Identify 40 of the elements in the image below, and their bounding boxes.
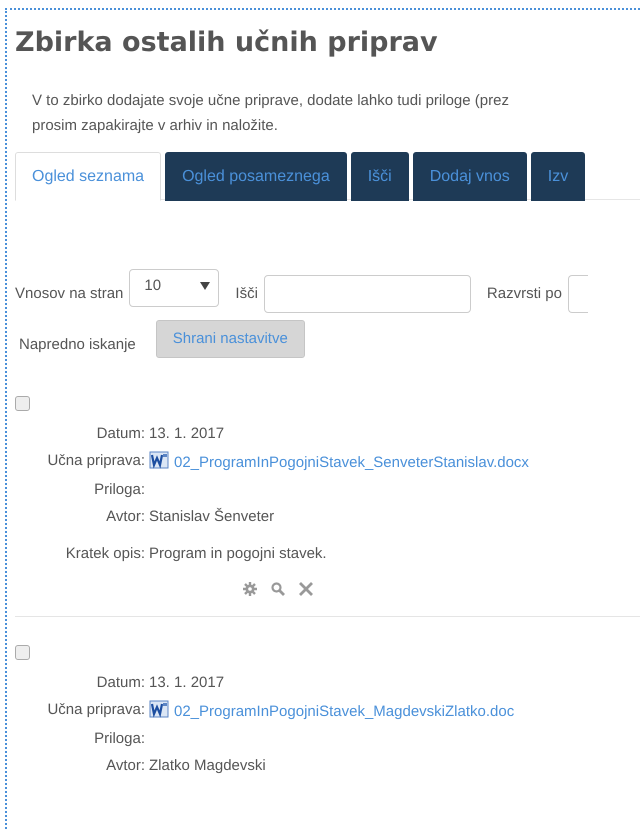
tab[interactable]: Išči xyxy=(350,152,409,201)
tab[interactable]: Ogled seznama xyxy=(15,152,162,201)
field-value: Program in pogojni stavek. xyxy=(149,545,327,562)
save-settings-button[interactable]: Shrani nastavitve xyxy=(156,320,305,358)
field-label: Učna priprava: xyxy=(46,451,145,472)
sort-select[interactable] xyxy=(568,274,588,313)
search-icon[interactable] xyxy=(270,582,284,596)
field-label: Datum: xyxy=(96,424,145,444)
field-label: Avtor: xyxy=(105,507,145,528)
page-title: Zbirka ostalih učnih priprav xyxy=(15,27,439,60)
field-value: Stanislav Šenveter xyxy=(149,508,274,526)
file-link[interactable]: 02_ProgramInPogojniStavek_SenveterStanislav.docx xyxy=(174,454,529,472)
per-page-select[interactable]: 10 xyxy=(129,268,220,307)
field-value: 13. 1. 2017 xyxy=(149,425,224,442)
field-label: Vnosov na stran xyxy=(15,284,124,304)
file-link[interactable]: 02_ProgramInPogojniStavek_MagdevskiZlatko.doc xyxy=(174,703,514,720)
field-label: Razvrsti po xyxy=(486,284,562,304)
field-value: 13. 1. 2017 xyxy=(149,674,224,692)
field-label: Učna priprava: xyxy=(46,700,145,720)
word-document-icon xyxy=(149,450,169,470)
field-label: Išči xyxy=(235,284,258,304)
field-label: Kratek opis: xyxy=(64,544,145,564)
checkbox[interactable] xyxy=(15,645,30,660)
field-label: Priloga: xyxy=(93,480,145,500)
field-value: Zlatko Magdevski xyxy=(149,757,266,774)
advanced-search-label: Napredno iskanje xyxy=(19,334,136,355)
tab[interactable]: Izv xyxy=(530,152,586,201)
description-text: prosim zapakirajte v arhiv in naložite. xyxy=(32,116,279,136)
close-icon[interactable] xyxy=(298,582,312,596)
caret-icon xyxy=(200,282,210,290)
field-label: Avtor: xyxy=(105,756,145,776)
search-field[interactable] xyxy=(264,274,471,313)
tab[interactable]: Ogled posameznega xyxy=(165,152,347,201)
tab[interactable]: Dodaj vnos xyxy=(412,152,527,201)
field-label: Datum: xyxy=(96,673,145,694)
settings-icon[interactable] xyxy=(242,582,256,596)
field-label: Priloga: xyxy=(93,729,145,750)
checkbox[interactable] xyxy=(15,396,30,412)
description-text: V to zbirko dodajate svoje učne priprave, dodate lahko tudi priloge (prez xyxy=(32,91,510,112)
word-document-icon xyxy=(149,699,169,720)
